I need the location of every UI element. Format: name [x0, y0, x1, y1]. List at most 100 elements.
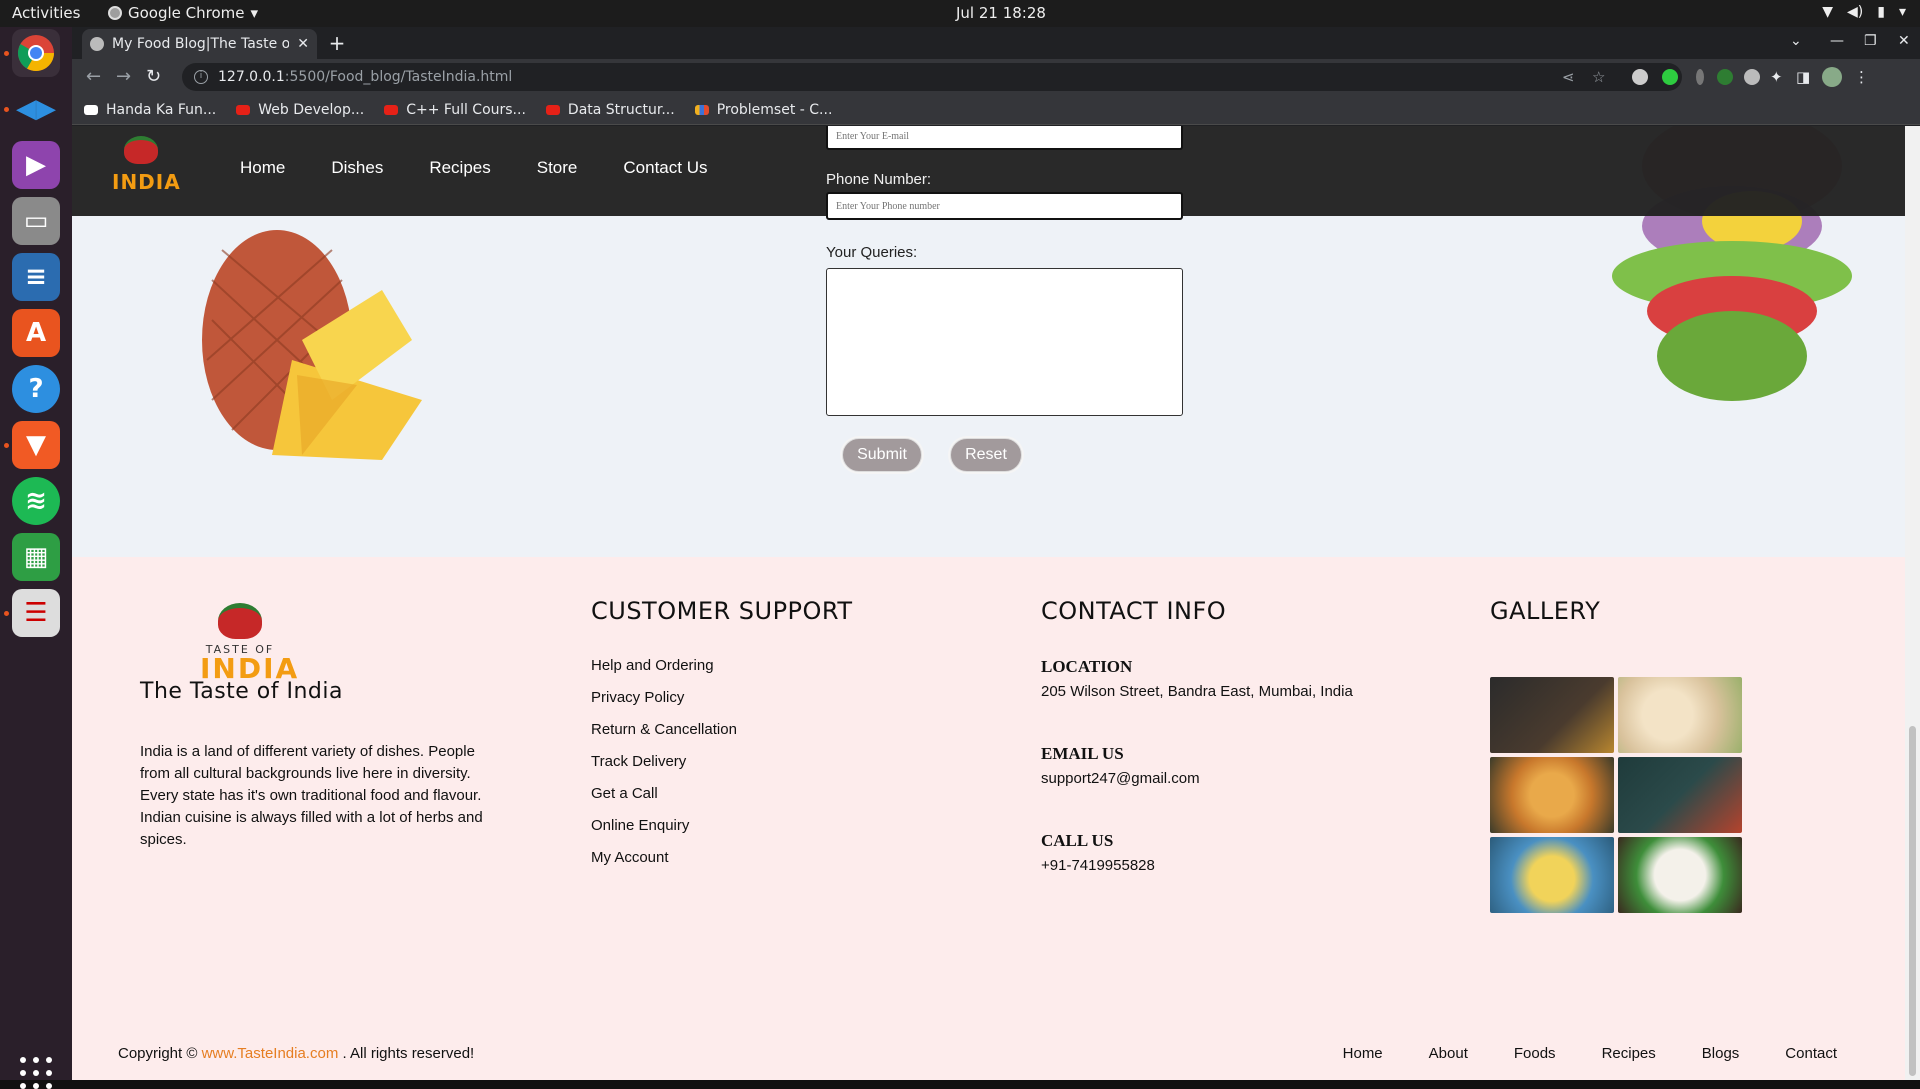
- tab-title: My Food Blog|The Taste o: [112, 36, 290, 52]
- footer-nav-home[interactable]: Home: [1343, 1045, 1383, 1062]
- site-logo[interactable]: INDIA: [110, 134, 181, 204]
- link-get-a-call[interactable]: Get a Call: [591, 785, 737, 817]
- browser-window: My Food Blog|The Taste o ✕ + ⌄ — ❐ ✕ ← →…: [72, 27, 1920, 1080]
- queries-textarea[interactable]: [826, 268, 1183, 416]
- favicon-icon: [90, 37, 104, 51]
- bookmark-star-icon[interactable]: ☆: [1592, 68, 1605, 86]
- link-track-delivery[interactable]: Track Delivery: [591, 753, 737, 785]
- forward-icon[interactable]: →: [116, 66, 131, 87]
- bookmark-item[interactable]: Handa Ka Fun...: [84, 102, 216, 118]
- minimize-icon[interactable]: —: [1830, 33, 1844, 49]
- youtube-icon: [236, 104, 251, 115]
- system-tray[interactable]: ▼ ◀) ▮ ▾: [1822, 4, 1906, 20]
- pineapple-image: [202, 230, 422, 460]
- url-path: :5500/Food_blog/TasteIndia.html: [284, 69, 513, 85]
- link-help-ordering[interactable]: Help and Ordering: [591, 657, 737, 689]
- copyright-site-link[interactable]: www.TasteIndia.com: [202, 1045, 339, 1062]
- page-scrollbar[interactable]: [1905, 126, 1920, 1080]
- footer-nav-blogs[interactable]: Blogs: [1702, 1045, 1740, 1062]
- media-player-icon[interactable]: ▶: [12, 141, 60, 189]
- nav-home[interactable]: Home: [240, 158, 285, 178]
- extension-react-icon[interactable]: [1744, 69, 1760, 85]
- scrollbar-thumb[interactable]: [1909, 726, 1916, 1076]
- footer-nav-contact[interactable]: Contact: [1785, 1045, 1837, 1062]
- brave-icon[interactable]: ▼: [12, 421, 60, 469]
- phone-value[interactable]: +91-7419955828: [1041, 857, 1155, 874]
- battery-icon: ▮: [1877, 4, 1885, 20]
- gallery-image-dhokla[interactable]: [1490, 837, 1614, 913]
- link-online-enquiry[interactable]: Online Enquiry: [591, 817, 737, 849]
- gallery-image-curry[interactable]: [1490, 677, 1614, 753]
- tab-search-icon[interactable]: ⌄: [1790, 33, 1802, 49]
- profile-avatar[interactable]: [1822, 67, 1842, 87]
- app-menu[interactable]: Google Chrome ▾: [108, 4, 258, 22]
- gallery-image-momos[interactable]: [1618, 677, 1742, 753]
- footer-nav-foods[interactable]: Foods: [1514, 1045, 1556, 1062]
- link-my-account[interactable]: My Account: [591, 849, 737, 881]
- elephant-icon: [218, 603, 262, 639]
- clock[interactable]: Jul 21 18:28: [956, 4, 1046, 22]
- youtube-icon: [545, 104, 560, 115]
- support-heading: CUSTOMER SUPPORT: [591, 597, 853, 625]
- close-tab-icon[interactable]: ✕: [297, 36, 309, 52]
- email-field[interactable]: [826, 126, 1183, 150]
- back-icon[interactable]: ←: [86, 66, 101, 87]
- gallery-image-biryani[interactable]: [1490, 757, 1614, 833]
- running-indicator: [4, 107, 9, 112]
- gallery-heading: GALLERY: [1490, 597, 1601, 625]
- nav-recipes[interactable]: Recipes: [429, 158, 490, 178]
- tab-active[interactable]: My Food Blog|The Taste o ✕: [82, 29, 317, 59]
- new-tab-button[interactable]: +: [326, 33, 348, 55]
- nav-store[interactable]: Store: [537, 158, 578, 178]
- link-privacy-policy[interactable]: Privacy Policy: [591, 689, 737, 721]
- bookmark-item[interactable]: Problemset - C...: [694, 102, 832, 118]
- bookmark-item[interactable]: Data Structur...: [545, 102, 675, 118]
- calc-icon[interactable]: ▦: [12, 533, 60, 581]
- address-bar[interactable]: i 127.0.0.1:5500/Food_blog/TasteIndia.ht…: [182, 63, 1682, 91]
- document-viewer-icon[interactable]: ☰: [12, 589, 60, 637]
- extensions-puzzle-icon[interactable]: ✦: [1770, 68, 1783, 86]
- chrome-icon[interactable]: [12, 29, 60, 77]
- call-label: CALL US: [1041, 831, 1114, 850]
- tab-strip: My Food Blog|The Taste o ✕ + ⌄ — ❐ ✕: [72, 27, 1920, 59]
- files-icon[interactable]: ▭: [12, 197, 60, 245]
- footer-nav-about[interactable]: About: [1429, 1045, 1468, 1062]
- bookmark-item[interactable]: C++ Full Cours...: [384, 102, 526, 118]
- extension-bottle-icon[interactable]: [1696, 69, 1704, 85]
- activities-button[interactable]: Activities: [12, 4, 80, 22]
- logo-word: INDIA: [112, 170, 181, 194]
- bookmark-item[interactable]: Web Develop...: [236, 102, 364, 118]
- menu-kebab-icon[interactable]: ⋮: [1854, 68, 1869, 86]
- main-nav: Home Dishes Recipes Store Contact Us: [240, 158, 707, 178]
- phone-field[interactable]: [826, 192, 1183, 220]
- spotify-icon[interactable]: ≋: [12, 477, 60, 525]
- extension-tree-icon[interactable]: [1717, 69, 1733, 85]
- queries-label: Your Queries:: [826, 244, 918, 261]
- writer-icon[interactable]: ≡: [12, 253, 60, 301]
- reset-button[interactable]: Reset: [950, 438, 1022, 472]
- side-panel-icon[interactable]: ◨: [1796, 68, 1810, 86]
- vscode-icon[interactable]: ◀▶: [12, 85, 60, 133]
- site-info-icon[interactable]: i: [194, 70, 208, 84]
- maximize-icon[interactable]: ❐: [1864, 33, 1877, 49]
- reload-icon[interactable]: ↻: [146, 66, 161, 87]
- close-window-icon[interactable]: ✕: [1898, 33, 1910, 49]
- show-apps-icon[interactable]: [20, 1057, 52, 1089]
- gallery-image-idli[interactable]: [1618, 837, 1742, 913]
- app-center-icon[interactable]: A: [12, 309, 60, 357]
- footer-nav-recipes[interactable]: Recipes: [1602, 1045, 1656, 1062]
- contact-location: LOCATION 205 Wilson Street, Bandra East,…: [1041, 657, 1353, 700]
- system-top-bar: Activities Google Chrome ▾ Jul 21 18:28 …: [0, 0, 1920, 27]
- browser-toolbar: ← → ↻ i 127.0.0.1:5500/Food_blog/TasteIn…: [72, 59, 1920, 95]
- email-value[interactable]: support247@gmail.com: [1041, 770, 1200, 787]
- share-icon[interactable]: ⋖: [1562, 68, 1575, 86]
- chevron-down-icon: ▾: [1898, 4, 1906, 20]
- extension-plus-icon[interactable]: [1662, 69, 1678, 85]
- link-return-cancellation[interactable]: Return & Cancellation: [591, 721, 737, 753]
- submit-button[interactable]: Submit: [842, 438, 922, 472]
- nav-dishes[interactable]: Dishes: [331, 158, 383, 178]
- extension-gear-icon[interactable]: [1632, 69, 1648, 85]
- gallery-image-skewers[interactable]: [1618, 757, 1742, 833]
- nav-contact-us[interactable]: Contact Us: [623, 158, 707, 178]
- help-icon[interactable]: ?: [12, 365, 60, 413]
